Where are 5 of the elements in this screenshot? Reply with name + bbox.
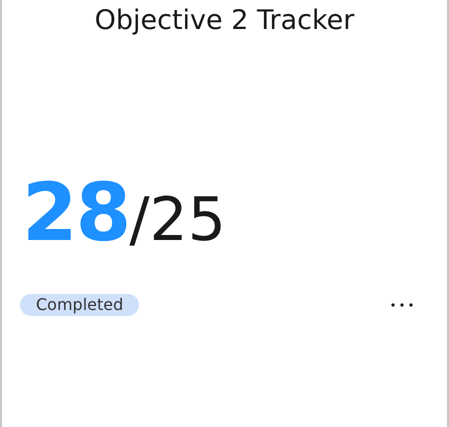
more-icon[interactable] bbox=[391, 303, 413, 307]
kpi-target: /25 bbox=[129, 185, 226, 255]
card-title: Objective 2 Tracker bbox=[94, 4, 356, 38]
status-badge: Completed bbox=[20, 294, 140, 316]
kpi-value: 28 bbox=[22, 168, 130, 258]
